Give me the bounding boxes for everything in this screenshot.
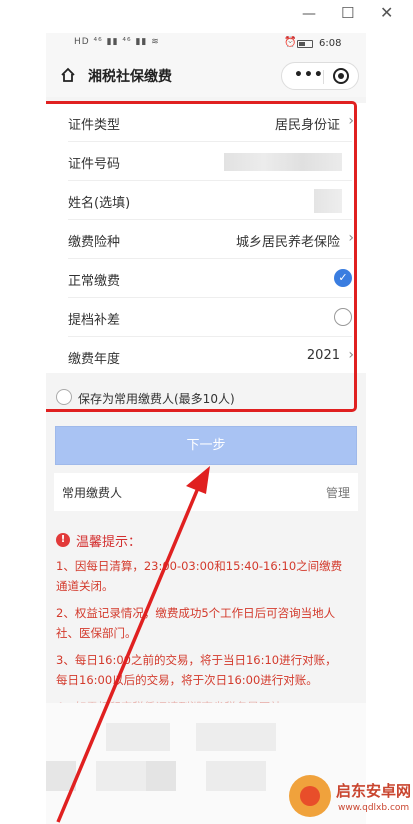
manage-link[interactable]: 管理 [326, 484, 350, 501]
next-button[interactable]: 下一步 [55, 426, 357, 465]
blurred-block [196, 723, 276, 751]
frequent-payer-row[interactable]: 常用缴费人 管理 [54, 473, 358, 511]
blurred-block [146, 761, 176, 791]
watermark-text: 启东安卓网 [336, 782, 412, 800]
blurred-block [46, 761, 76, 791]
tip-item: 1、因每日清算，23:00-03:00和15:40-16:10之间缴费通道关闭。 [56, 559, 343, 593]
status-bar: HD ⁴⁶ ▮▮ ⁴⁶ ▮▮ ≋ ⏰ 6:08 [46, 33, 366, 55]
watermark-logo-icon [289, 775, 331, 817]
minimize-icon[interactable]: — [302, 6, 316, 22]
page-title: 湘税社保缴费 [88, 69, 172, 85]
phone-screen: HD ⁴⁶ ▮▮ ⁴⁶ ▮▮ ≋ ⏰ 6:08 湘税社保缴费 ••• 证件类型 … [46, 33, 366, 824]
maximize-icon[interactable]: ☐ [341, 4, 354, 22]
highlight-box [46, 101, 357, 412]
watermark-url: www.qdlxb.com [338, 803, 410, 813]
signal-icons: HD ⁴⁶ ▮▮ ⁴⁶ ▮▮ ≋ [74, 37, 160, 47]
battery-icon [297, 40, 313, 48]
tip-item: 2、权益记录情况，缴费成功5个工作日后可咨询当地人社、医保部门。 [56, 606, 336, 640]
info-icon: ! [56, 533, 70, 547]
mini-program-capsule: ••• [281, 62, 359, 90]
nav-bar: 湘税社保缴费 ••• [46, 55, 366, 97]
tips-title: 温馨提示： [76, 535, 142, 550]
blurred-block [106, 723, 170, 751]
capsule-divider [323, 70, 324, 84]
frequent-payer-label: 常用缴费人 [62, 486, 123, 500]
status-time: 6:08 [319, 38, 342, 49]
tip-item: 3、每日16:00之前的交易，将于当日16:10进行对账，每日16:00以后的交… [56, 653, 337, 687]
blurred-block [206, 761, 266, 791]
exit-icon[interactable] [333, 68, 349, 84]
more-icon[interactable]: ••• [294, 67, 324, 83]
close-icon[interactable]: ✕ [380, 3, 393, 22]
home-icon[interactable] [60, 67, 76, 83]
alarm-icon: ⏰ [284, 37, 297, 48]
